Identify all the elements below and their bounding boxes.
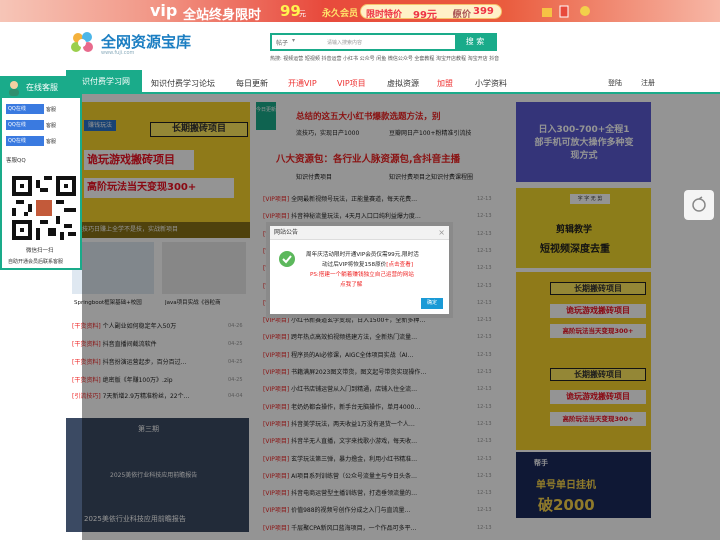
banner-price-pill: 限时特价 99元 （ 原价 399 (360, 4, 502, 21)
modal-line-2: 动过后VIP将恢复158原价[点击查看] (322, 262, 414, 268)
logo-subtitle: www.fuji.com (101, 50, 135, 56)
refresh-icon (692, 196, 706, 212)
wechat-label: 微信扫一扫 (26, 248, 54, 254)
nav-item-primary[interactable]: 小学资料 (475, 78, 507, 89)
promo-banner[interactable]: vip 全站终身限时 99 元 永久会员 限时特价 99元 （ 原价 399 (0, 0, 720, 23)
kefu-label: 客服 (46, 123, 57, 129)
banner-limited: 限时特价 (366, 10, 403, 20)
kefu-label: 客服 (46, 107, 57, 113)
close-icon[interactable]: × (438, 228, 445, 237)
nav-item-daily[interactable]: 每日更新 (236, 78, 268, 89)
banner-orig-label: 原价 (453, 10, 472, 20)
banner-yuan: 元 (299, 10, 306, 18)
modal-line-4[interactable]: 点我了解 (340, 280, 362, 288)
qrcode-icon (12, 176, 76, 240)
nav-item-forum[interactable]: 知识付费学习论坛 (151, 78, 215, 89)
banner-price: 99元 (413, 10, 437, 21)
logo-icon[interactable] (68, 29, 98, 57)
modal-line-3[interactable]: PS:搭建一个躺着赚钱独立自己运营的网站 (310, 270, 414, 278)
modal-line-1: 周年庆活动限时开通VIP会员仅需99元,限时活 (306, 252, 419, 258)
service-panel: 在线客服 QQ在线 客服 QQ在线 客服 QQ在线 客服 客服QQ 微信扫一扫 … (0, 76, 82, 270)
gift-icon (542, 5, 590, 18)
modal-title: 网站公告 (270, 226, 449, 240)
nav-item-vip[interactable]: 开通VIP (288, 78, 317, 89)
hot-search[interactable]: 热搜: 视频运营 短视频 抖音运营 小红书 公众号 闲鱼 微信公众号 全套教程 … (270, 55, 499, 62)
qq-button-1[interactable]: QQ在线 (6, 104, 44, 114)
kefu-qq: 客服QQ (6, 158, 26, 164)
login-link[interactable]: 登陆 (608, 78, 622, 88)
nav-item-vip-projects[interactable]: VIP项目 (337, 78, 366, 89)
side-float-button[interactable] (684, 190, 714, 220)
banner-perm: 永久会员 (322, 9, 359, 19)
nav-item-join[interactable]: 加盟 (437, 78, 453, 89)
ok-button[interactable]: 确定 (421, 298, 443, 309)
avatar-icon (9, 81, 19, 96)
chevron-down-icon[interactable]: ▾ (292, 37, 295, 44)
kefu-label: 客服 (46, 139, 57, 145)
search-select[interactable]: 帖子 (276, 38, 288, 47)
qq-button-2[interactable]: QQ在线 (6, 120, 44, 130)
check-circle-icon (279, 251, 295, 267)
banner-orig: 399 (473, 6, 494, 17)
search-box: 帖子 ▾ 请输入搜索内容 搜 索 (270, 33, 497, 51)
service-note: 自助开通会员后联系客服 (8, 259, 64, 265)
nav-item-virtual[interactable]: 虚拟资源 (387, 78, 419, 89)
qq-button-3[interactable]: QQ在线 (6, 136, 44, 146)
search-input[interactable]: 请输入搜索内容 (327, 39, 362, 46)
register-link[interactable]: 注册 (641, 78, 655, 88)
announcement-modal: 网站公告 × 周年庆活动限时开通VIP会员仅需99元,限时活 动过后VIP将恢复… (266, 222, 453, 318)
modal-link[interactable]: 点击查看 (388, 262, 410, 268)
banner-text: 全站终身限时 (183, 8, 262, 23)
search-button[interactable]: 搜 索 (455, 35, 495, 49)
banner-price-big: 99 (280, 2, 301, 20)
banner-vip: vip (150, 1, 178, 20)
logo-title[interactable]: 全网资源宝库 (101, 31, 191, 52)
